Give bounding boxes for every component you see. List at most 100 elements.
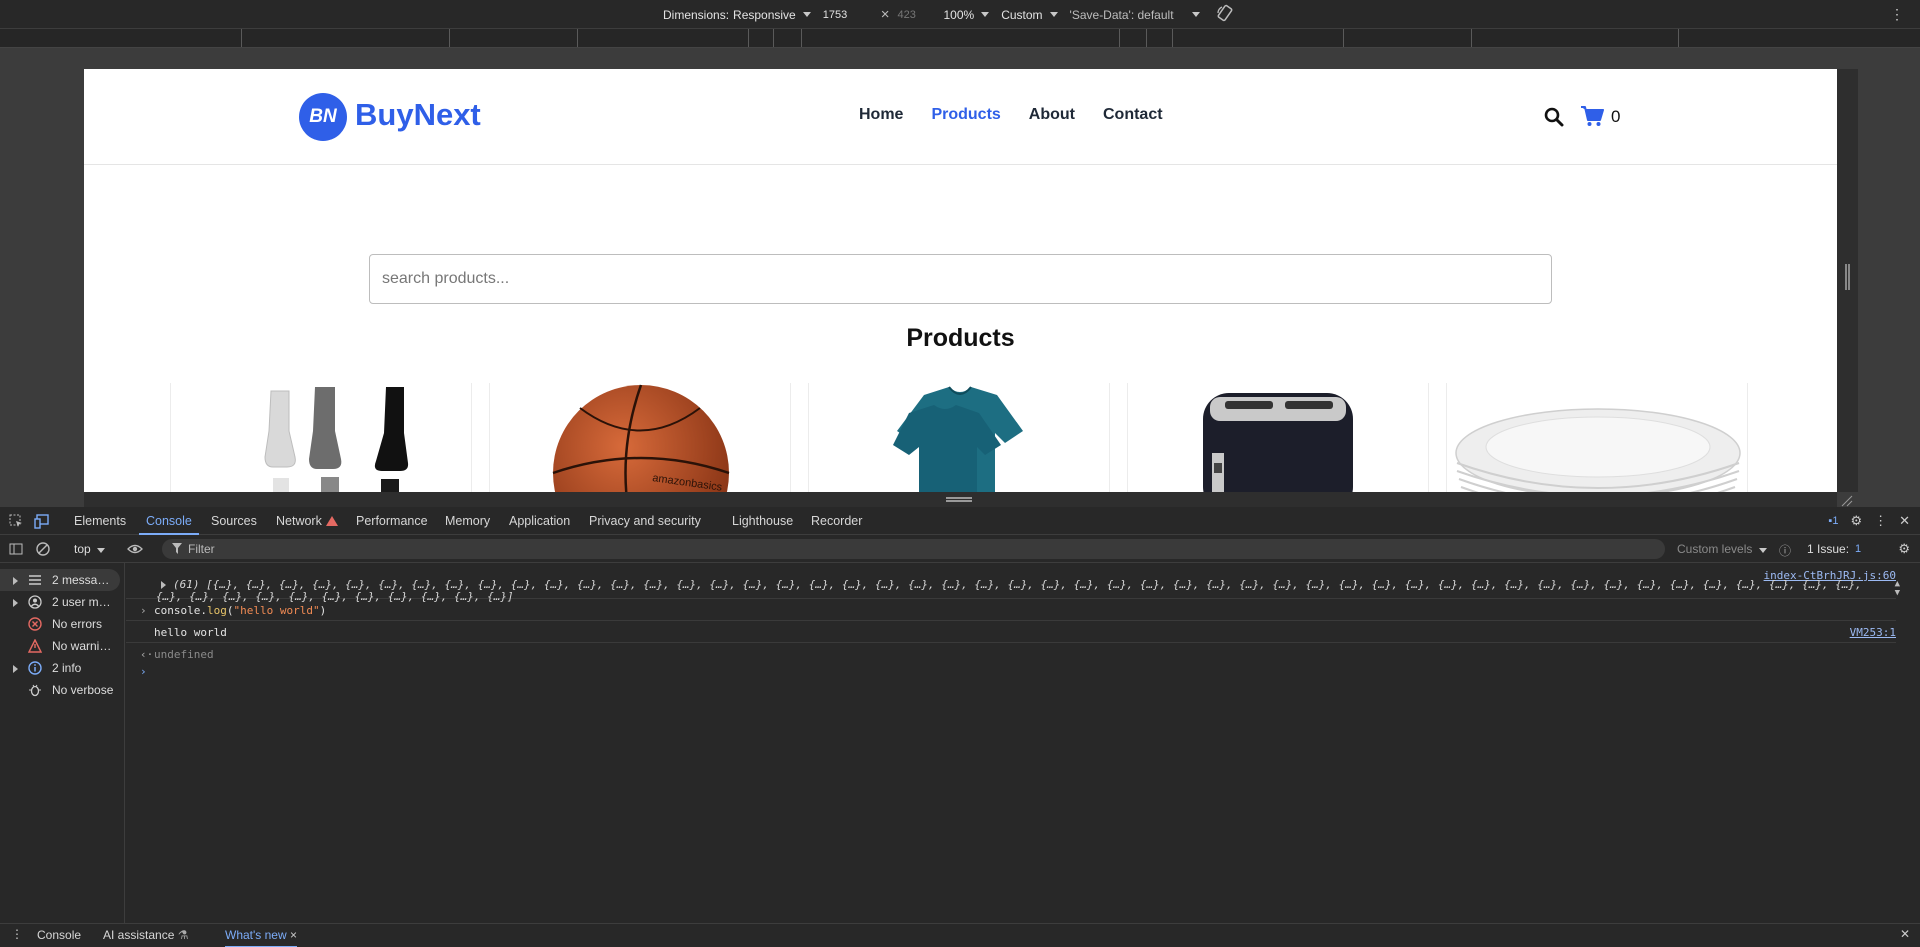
clear-console-icon[interactable] — [35, 541, 51, 557]
device-toolbar: Dimensions: Responsive 1753 × 423 100% C… — [0, 0, 1920, 29]
product-card[interactable] — [808, 383, 1110, 492]
ruler-mark[interactable] — [1343, 29, 1344, 47]
console-toolbar: top Filter Custom levels ⓘ 1 Issue: 1 ⚙ — [0, 535, 1920, 563]
more-options-icon[interactable]: ⋮ — [1890, 6, 1904, 23]
sidebar-item-warnings[interactable]: No warni… — [0, 635, 120, 657]
ruler-mark[interactable] — [801, 29, 802, 47]
sidebar-item-user-messages[interactable]: 2 user m… — [0, 591, 120, 613]
throttle-dropdown[interactable]: Custom — [1001, 8, 1058, 22]
return-arrow-icon: ‹· — [140, 648, 154, 661]
tab-application[interactable]: Application — [502, 507, 577, 535]
search-icon[interactable] — [1544, 107, 1564, 127]
drawer-tab-whats-new[interactable]: What's new × — [225, 924, 298, 947]
ruler-mark[interactable] — [1471, 29, 1472, 47]
issues-label: 1 Issue: — [1807, 542, 1850, 556]
cart-icon[interactable] — [1580, 105, 1604, 127]
close-icon[interactable]: ✕ — [1899, 513, 1910, 529]
ruler-mark[interactable] — [1119, 29, 1120, 47]
drawer-tab-console[interactable]: Console — [37, 924, 81, 947]
sidebar-toggle-icon[interactable] — [8, 541, 24, 557]
tab-memory[interactable]: Memory — [438, 507, 497, 535]
command-object: console. — [154, 604, 207, 617]
resize-grip[interactable] — [1845, 264, 1850, 290]
tab-performance[interactable]: Performance — [349, 507, 435, 535]
width-input[interactable]: 1753 — [823, 9, 875, 21]
warning-icon — [28, 639, 42, 653]
cart-count: 0 — [1611, 107, 1621, 126]
product-card[interactable] — [1446, 383, 1748, 492]
zoom-dropdown[interactable]: 100% — [944, 8, 990, 22]
product-card[interactable] — [1127, 383, 1429, 492]
issues-badge-count: 1 — [1832, 515, 1839, 527]
search-input[interactable] — [369, 254, 1552, 304]
issues-count: 1 — [1855, 543, 1862, 555]
dimensions-label: Dimensions: — [663, 7, 730, 22]
nav-link-home[interactable]: Home — [859, 106, 903, 124]
expand-icon[interactable] — [161, 581, 166, 589]
sidebar-item-info[interactable]: 2 info — [0, 657, 120, 679]
height-input[interactable]: 423 — [898, 9, 950, 21]
dimensions-dropdown[interactable]: Dimensions: Responsive — [663, 8, 811, 22]
context-dropdown[interactable]: top — [74, 542, 106, 556]
dimensions-value: Responsive — [733, 7, 796, 22]
settings-icon[interactable]: ⚙ — [1850, 513, 1862, 529]
issues-counter[interactable]: 1 Issue: 1 — [1807, 542, 1861, 556]
logo-text[interactable]: BuyNext — [355, 97, 481, 133]
sidebar-item-verbose[interactable]: No verbose — [0, 679, 120, 701]
scroll-arrows-icon[interactable]: ▲ ▼ — [1895, 580, 1900, 598]
save-data-dropdown[interactable]: 'Save-Data': default — [1070, 8, 1200, 22]
nav-link-contact[interactable]: Contact — [1103, 106, 1163, 124]
main-nav: Home Products About Contact — [859, 106, 1163, 124]
source-link[interactable]: VM253:1 — [1850, 626, 1896, 639]
console-result: ‹· undefined — [126, 643, 1896, 665]
log-levels-dropdown[interactable]: Custom levels — [1677, 542, 1767, 556]
product-card[interactable]: amazonbasics — [489, 383, 791, 492]
command-argument: "hello world" — [233, 604, 320, 617]
eye-icon[interactable] — [127, 541, 143, 557]
site-header: BN BuyNext Home Products About Contact 0 — [84, 69, 1837, 165]
resize-corner-icon[interactable] — [1840, 494, 1854, 508]
chevron-down-icon — [1191, 12, 1200, 17]
resize-grip[interactable] — [946, 497, 972, 502]
user-icon — [28, 595, 42, 609]
tab-sources[interactable]: Sources — [204, 507, 264, 535]
nav-link-about[interactable]: About — [1029, 106, 1075, 124]
tab-network[interactable]: Network — [269, 507, 345, 535]
rotate-icon[interactable] — [1216, 4, 1234, 25]
tab-elements[interactable]: Elements — [67, 507, 133, 535]
sidebar-item-messages[interactable]: 2 messa… — [0, 569, 120, 591]
viewport-resize-handle-right[interactable] — [1837, 69, 1858, 492]
issues-badge[interactable]: ▪1 — [1828, 515, 1838, 527]
console-prompt[interactable]: › — [140, 665, 147, 678]
more-options-icon[interactable]: ⋮ — [1874, 513, 1887, 529]
list-icon — [29, 575, 41, 585]
ruler-mark[interactable] — [449, 29, 450, 47]
close-drawer-icon[interactable]: ✕ — [1900, 927, 1910, 941]
viewport-resize-handle-bottom[interactable] — [84, 492, 1837, 507]
inspect-element-icon[interactable] — [8, 513, 24, 529]
close-icon[interactable]: × — [290, 928, 297, 942]
chevron-down-icon — [1758, 548, 1767, 553]
ruler-mark[interactable] — [577, 29, 578, 47]
settings-icon[interactable]: ⚙ — [1898, 541, 1910, 557]
ruler-mark[interactable] — [773, 29, 774, 47]
filter-input[interactable]: Filter — [162, 539, 1665, 559]
sidebar-item-errors[interactable]: No errors — [0, 613, 120, 635]
more-options-icon[interactable]: ⋮ — [11, 927, 23, 941]
tab-privacy-security[interactable]: Privacy and security — [582, 507, 708, 535]
ruler-mark[interactable] — [1172, 29, 1173, 47]
ruler-mark[interactable] — [1678, 29, 1679, 47]
nav-link-products[interactable]: Products — [931, 106, 1000, 124]
tab-recorder[interactable]: Recorder — [804, 507, 869, 535]
tab-lighthouse[interactable]: Lighthouse — [725, 507, 800, 535]
tab-console[interactable]: Console — [139, 507, 199, 535]
logo-badge[interactable]: BN — [299, 93, 347, 141]
ruler-mark[interactable] — [1146, 29, 1147, 47]
drawer-tab-ai-assistance[interactable]: AI assistance ⚗ — [103, 924, 188, 947]
product-card[interactable] — [170, 383, 472, 492]
ruler-mark[interactable] — [748, 29, 749, 47]
console-message-array[interactable]: index-CtBrhJRJ.js:60 (61) [{…}, {…}, {…}… — [126, 567, 1900, 603]
ruler-mark[interactable] — [241, 29, 242, 47]
context-value: top — [74, 542, 91, 556]
device-toggle-icon[interactable] — [34, 513, 50, 529]
